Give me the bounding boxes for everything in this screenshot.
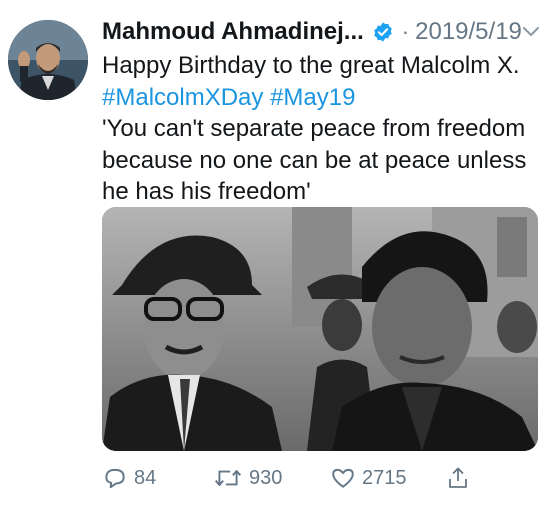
tweet-text-line: Happy Birthday to the great Malcolm X.: [102, 52, 520, 79]
tweet-text: Happy Birthday to the great Malcolm X. #…: [102, 50, 542, 208]
retweet-button[interactable]: 930: [213, 462, 282, 494]
retweet-count: 930: [249, 466, 283, 489]
hashtag-link[interactable]: #May19: [270, 84, 355, 111]
retweet-arrows-icon: [213, 465, 243, 491]
avatar-image: [8, 20, 88, 100]
tweet-date[interactable]: 2019/5/19: [415, 18, 522, 46]
hashtag-line: #MalcolmXDay #May19: [102, 82, 542, 114]
share-upload-icon: [446, 465, 470, 491]
chevron-down-icon[interactable]: [521, 22, 541, 42]
author-name[interactable]: Mahmoud Ahmadinej...: [102, 18, 364, 46]
action-bar: 84 930 2715: [0, 456, 550, 502]
reply-count: 84: [134, 466, 157, 489]
verified-badge-icon: [372, 21, 394, 43]
avatar[interactable]: [8, 20, 88, 100]
header-separator: ·: [401, 19, 410, 44]
photo-image: [102, 207, 538, 451]
heart-icon: [330, 465, 356, 491]
hashtag-link[interactable]: #MalcolmXDay: [102, 84, 263, 111]
tweet-header: Mahmoud Ahmadinej... · 2019/5/19: [102, 14, 522, 50]
like-count: 2715: [362, 466, 407, 489]
speech-bubble-icon: [102, 465, 128, 491]
tweet-photo[interactable]: [102, 207, 538, 451]
quote-line: 'You can't separate peace from freedom: [102, 115, 526, 142]
reply-button[interactable]: 84: [102, 462, 156, 494]
share-button[interactable]: [446, 462, 470, 494]
quote-line: because no one can be at peace unless: [102, 146, 527, 174]
like-button[interactable]: 2715: [330, 462, 407, 494]
quote-line: he has his freedom': [102, 178, 311, 205]
tweet-card[interactable]: Mahmoud Ahmadinej... · 2019/5/19 Happy B…: [0, 0, 550, 507]
